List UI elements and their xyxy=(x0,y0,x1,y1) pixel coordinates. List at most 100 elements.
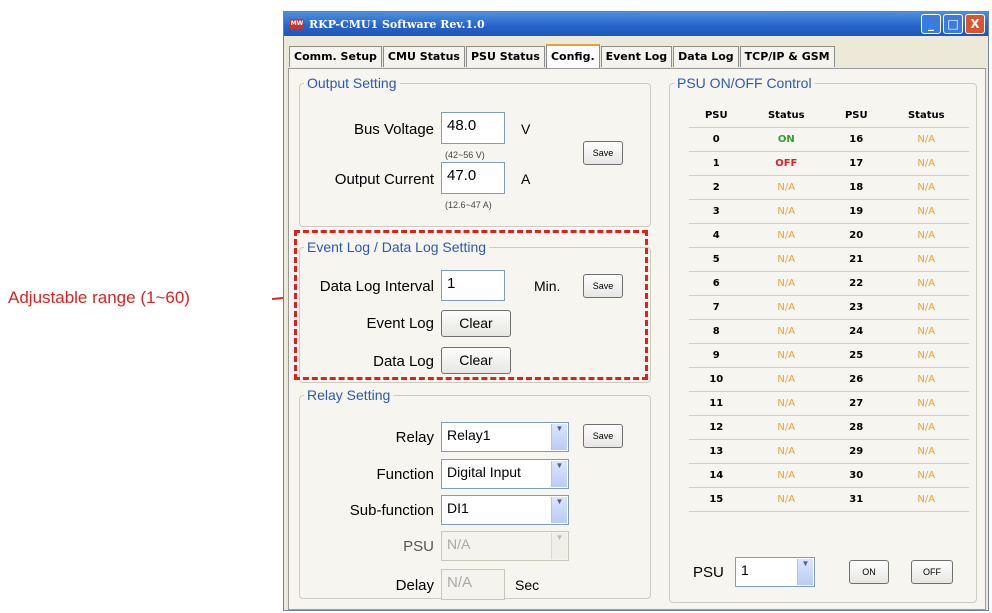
psu-status-cell: N/A xyxy=(883,439,969,464)
table-row: 14 N/A 30 N/A xyxy=(689,463,969,488)
psu-control-select[interactable]: 1 ▼ xyxy=(735,557,815,587)
psu-control-legend: PSU ON/OFF Control xyxy=(677,75,812,91)
output-setting-legend: Output Setting xyxy=(307,75,397,91)
psu-status-cell: N/A xyxy=(743,319,829,344)
function-select[interactable]: Digital Input ▼ xyxy=(441,459,569,489)
psu-control-select-value: 1 xyxy=(741,562,749,578)
data-log-clear-button[interactable]: Clear xyxy=(441,347,511,374)
psu-status-cell: N/A xyxy=(743,295,829,320)
psu-status-cell: N/A xyxy=(883,199,969,224)
log-save-button[interactable]: Save xyxy=(583,274,623,298)
psu-id-cell: 27 xyxy=(828,391,884,416)
psu-id-cell: 21 xyxy=(828,247,884,272)
psu-status-cell: N/A xyxy=(883,391,969,416)
psu-on-button[interactable]: ON xyxy=(849,560,889,584)
minimize-button[interactable]: _ xyxy=(921,14,941,34)
psu-id-cell: 18 xyxy=(828,175,884,200)
tab-tcpip-gsm[interactable]: TCP/IP & GSM xyxy=(739,46,835,67)
table-row: 11 N/A 27 N/A xyxy=(689,391,969,416)
event-log-clear-button[interactable]: Clear xyxy=(441,310,511,337)
output-current-input[interactable]: 47.0 xyxy=(441,162,505,194)
psu-id-cell: 8 xyxy=(689,319,744,344)
psu-id-cell: 7 xyxy=(689,295,744,320)
psu-status-cell: N/A xyxy=(743,175,829,200)
table-row: 4 N/A 20 N/A xyxy=(689,223,969,248)
psu-status-cell: OFF xyxy=(743,151,829,176)
psu-status-cell: N/A xyxy=(743,247,829,272)
psu-id-cell: 1 xyxy=(689,151,744,176)
psu-status-cell: N/A xyxy=(743,367,829,392)
data-log-label: Data Log xyxy=(373,353,434,370)
relay-select-value: Relay1 xyxy=(447,427,491,443)
psu-status-cell: N/A xyxy=(883,127,969,152)
event-log-label: Event Log xyxy=(366,315,434,332)
table-row: 15 N/A 31 N/A xyxy=(689,487,969,512)
psu-status-cell: N/A xyxy=(883,487,969,512)
table-row: 7 N/A 23 N/A xyxy=(689,295,969,320)
tab-config[interactable]: Config. xyxy=(545,44,600,70)
table-row: 2 N/A 18 N/A xyxy=(689,175,969,200)
data-log-interval-unit: Min. xyxy=(534,278,561,294)
subfunction-select-value: DI1 xyxy=(447,500,469,516)
psu-status-cell: N/A xyxy=(883,151,969,176)
tab-data-log[interactable]: Data Log xyxy=(673,46,739,67)
relay-label: Relay xyxy=(395,429,434,446)
relay-psu-select: N/A ▼ xyxy=(441,531,569,561)
psu-id-cell: 5 xyxy=(689,247,744,272)
psu-status-cell: N/A xyxy=(743,439,829,464)
output-save-button[interactable]: Save xyxy=(583,141,623,165)
psu-id-cell: 12 xyxy=(689,415,744,440)
close-button[interactable]: X xyxy=(965,14,985,34)
psu-off-button[interactable]: OFF xyxy=(911,560,953,584)
psu-id-cell: 25 xyxy=(828,343,884,368)
psu-status-cell: N/A xyxy=(743,391,829,416)
bus-voltage-unit: V xyxy=(521,121,531,137)
status-header-2: Status xyxy=(883,103,969,128)
psu-status-cell: ON xyxy=(743,127,829,152)
title-bar: MW RKP-CMU1 Software Rev.1.0 _ □ X xyxy=(284,12,988,36)
psu-id-cell: 23 xyxy=(828,295,884,320)
table-row: 0 ON 16 N/A xyxy=(689,127,969,152)
window-title: RKP-CMU1 Software Rev.1.0 xyxy=(309,17,485,31)
psu-status-cell: N/A xyxy=(883,343,969,368)
psu-id-cell: 31 xyxy=(828,487,884,512)
relay-select[interactable]: Relay1 ▼ xyxy=(441,422,569,452)
maximize-button[interactable]: □ xyxy=(943,14,963,34)
chevron-down-icon: ▼ xyxy=(551,461,567,487)
subfunction-select[interactable]: DI1 ▼ xyxy=(441,495,569,525)
table-row: 13 N/A 29 N/A xyxy=(689,439,969,464)
table-row: 10 N/A 26 N/A xyxy=(689,367,969,392)
psu-id-cell: 30 xyxy=(828,463,884,488)
psu-select-label: PSU xyxy=(403,538,434,555)
psu-status-cell: N/A xyxy=(743,223,829,248)
relay-psu-value: N/A xyxy=(447,536,471,552)
relay-save-button[interactable]: Save xyxy=(583,424,623,448)
psu-status-cell: N/A xyxy=(883,415,969,440)
psu-id-cell: 14 xyxy=(689,463,744,488)
annotation-label: Adjustable range (1~60) xyxy=(8,288,190,307)
tab-event-log[interactable]: Event Log xyxy=(600,46,673,67)
psu-id-cell: 22 xyxy=(828,271,884,296)
psu-id-cell: 10 xyxy=(689,367,744,392)
psu-id-cell: 20 xyxy=(828,223,884,248)
psu-id-cell: 17 xyxy=(828,151,884,176)
tab-psu-status[interactable]: PSU Status xyxy=(465,46,545,67)
output-current-label: Output Current xyxy=(334,171,434,188)
psu-status-cell: N/A xyxy=(883,463,969,488)
psu-status-cell: N/A xyxy=(743,463,829,488)
data-log-interval-input[interactable]: 1 xyxy=(441,270,505,301)
chevron-down-icon: ▼ xyxy=(551,424,567,450)
app-window: MW RKP-CMU1 Software Rev.1.0 _ □ X Comm.… xyxy=(283,11,989,611)
psu-id-cell: 15 xyxy=(689,487,744,512)
bus-voltage-label: Bus Voltage xyxy=(353,121,434,138)
psu-id-cell: 6 xyxy=(689,271,744,296)
bus-voltage-input[interactable]: 48.0 xyxy=(441,112,505,144)
psu-status-cell: N/A xyxy=(743,487,829,512)
psu-id-cell: 9 xyxy=(689,343,744,368)
tab-comm-setup[interactable]: Comm. Setup xyxy=(289,46,382,67)
subfunction-label: Sub-function xyxy=(349,502,434,519)
psu-status-cell: N/A xyxy=(883,223,969,248)
data-log-interval-label: Data Log Interval xyxy=(319,278,434,295)
tab-cmu-status[interactable]: CMU Status xyxy=(382,46,465,67)
psu-id-cell: 16 xyxy=(828,127,884,152)
